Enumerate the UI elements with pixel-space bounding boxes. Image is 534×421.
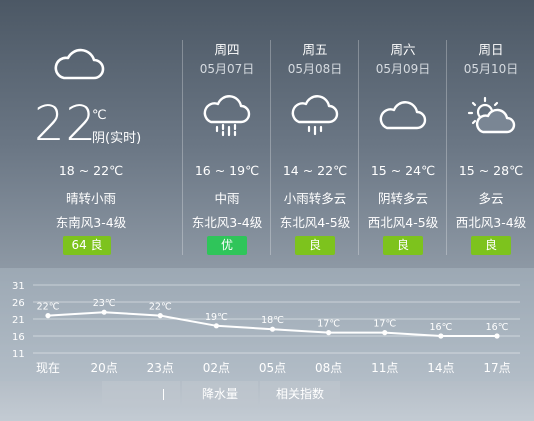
data-label: 22℃ — [149, 302, 172, 313]
data-label: 23℃ — [93, 298, 116, 309]
x-tick-label: 08点 — [315, 361, 342, 375]
data-point — [157, 313, 163, 319]
day-temp-range: 15 ~ 28℃ — [458, 163, 524, 178]
day-temp-range: 16 ~ 19℃ — [194, 163, 260, 178]
day-date: 05月10日 — [463, 62, 519, 76]
today-summary: 22 ℃ 阴(实时) 18 ~ 22℃ 晴转小雨 东南风3-4级 64 良 — [0, 0, 182, 268]
day-date: 05月08日 — [287, 62, 343, 76]
x-tick-label: 11点 — [371, 361, 398, 375]
day-date: 05月09日 — [375, 62, 431, 76]
y-tick-label: 11 — [12, 349, 25, 360]
day-temp-range: 15 ~ 24℃ — [370, 163, 436, 178]
day-aqi-badge: 良 — [383, 236, 423, 255]
current-temperature: 22 — [34, 96, 98, 152]
tab-related-index[interactable]: 相关指数 — [260, 381, 340, 407]
cloud-icon — [54, 48, 105, 80]
tab-temperature[interactable] — [102, 381, 180, 407]
temperature-unit: ℃ — [92, 108, 107, 123]
data-point — [45, 313, 51, 319]
day-wind: 西北风3-4级 — [455, 215, 527, 230]
day-wind: 东北风3-4级 — [191, 215, 263, 230]
data-point — [101, 309, 107, 315]
x-tick-label: 20点 — [90, 361, 117, 375]
day-weather-desc: 小雨转多云 — [283, 191, 347, 206]
day-name: 周日 — [478, 42, 504, 57]
day-name: 周四 — [214, 42, 240, 57]
data-point — [494, 333, 500, 339]
day-weather-desc: 阴转多云 — [377, 191, 428, 206]
day-temp-range: 14 ~ 22℃ — [282, 163, 348, 178]
data-point — [438, 333, 444, 339]
forecast-day: 周五 05月08日 14 ~ 22℃ 小雨转多云 东北风4-5级 良 — [271, 0, 359, 268]
y-tick-label: 31 — [12, 281, 25, 292]
data-point — [213, 323, 219, 329]
tab-separator — [163, 389, 164, 400]
forecast-day: 周日 05月10日 15 ~ 28℃ 多云 西北风3-4级 良 — [447, 0, 534, 268]
y-tick-label: 21 — [12, 315, 25, 326]
day-weather-desc: 多云 — [478, 191, 504, 206]
forecast-panel: 22 ℃ 阴(实时) 18 ~ 22℃ 晴转小雨 东南风3-4级 64 良 周四… — [0, 0, 534, 268]
data-point — [269, 326, 276, 332]
today-temp-range: 18 ~ 22℃ — [58, 163, 124, 178]
data-label: 18℃ — [261, 315, 284, 326]
day-aqi-badge: 良 — [471, 236, 511, 255]
today-weather-desc: 晴转小雨 — [65, 191, 116, 206]
day-weather-desc: 中雨 — [214, 191, 240, 206]
today-wind: 东南风3-4级 — [55, 215, 127, 230]
day-aqi-badge: 优 — [207, 236, 247, 255]
x-tick-label: 现在 — [36, 361, 60, 375]
x-tick-label: 14点 — [427, 361, 454, 375]
day-name: 周五 — [302, 42, 328, 57]
data-label: 22℃ — [37, 302, 60, 313]
forecast-day: 周四 05月07日 16 ~ 19℃ 中雨 东北风3-4级 优 — [183, 0, 271, 268]
data-label: 16℃ — [429, 322, 452, 333]
data-point — [326, 330, 332, 336]
data-label: 17℃ — [317, 319, 340, 330]
y-tick-label: 26 — [12, 298, 25, 309]
day-date: 05月07日 — [199, 62, 255, 76]
chart-tabs: 降水量 相关指数 — [102, 381, 340, 407]
tab-precipitation[interactable]: 降水量 — [182, 381, 258, 407]
x-tick-label: 23点 — [147, 361, 174, 375]
day-aqi-badge: 良 — [295, 236, 335, 255]
data-label: 17℃ — [373, 319, 396, 330]
hourly-temperature-chart: 31 26 21 16 11 22℃ 现在 23℃ 20点 22℃ 23点 19℃ 02点 18℃ 05点 1… — [12, 281, 520, 375]
cloud-icon — [379, 101, 427, 130]
x-tick-label: 02点 — [203, 361, 230, 375]
data-label: 19℃ — [205, 312, 228, 323]
x-tick-label: 17点 — [483, 361, 510, 375]
data-label: 16℃ — [486, 322, 509, 333]
x-tick-label: 05点 — [259, 361, 286, 375]
day-name: 周六 — [390, 42, 416, 57]
today-aqi-badge: 64 良 — [63, 236, 111, 255]
day-wind: 东北风4-5级 — [279, 215, 351, 230]
data-point — [382, 330, 388, 336]
light-rain-cloud-icon — [291, 95, 339, 136]
forecast-day: 周六 05月09日 15 ~ 24℃ 阴转多云 西北风4-5级 良 — [359, 0, 447, 268]
y-tick-label: 16 — [12, 332, 25, 343]
day-wind: 西北风4-5级 — [367, 215, 439, 230]
rain-cloud-icon — [203, 95, 251, 137]
partly-cloudy-icon — [467, 96, 516, 134]
current-condition: 阴(实时) — [92, 131, 142, 146]
